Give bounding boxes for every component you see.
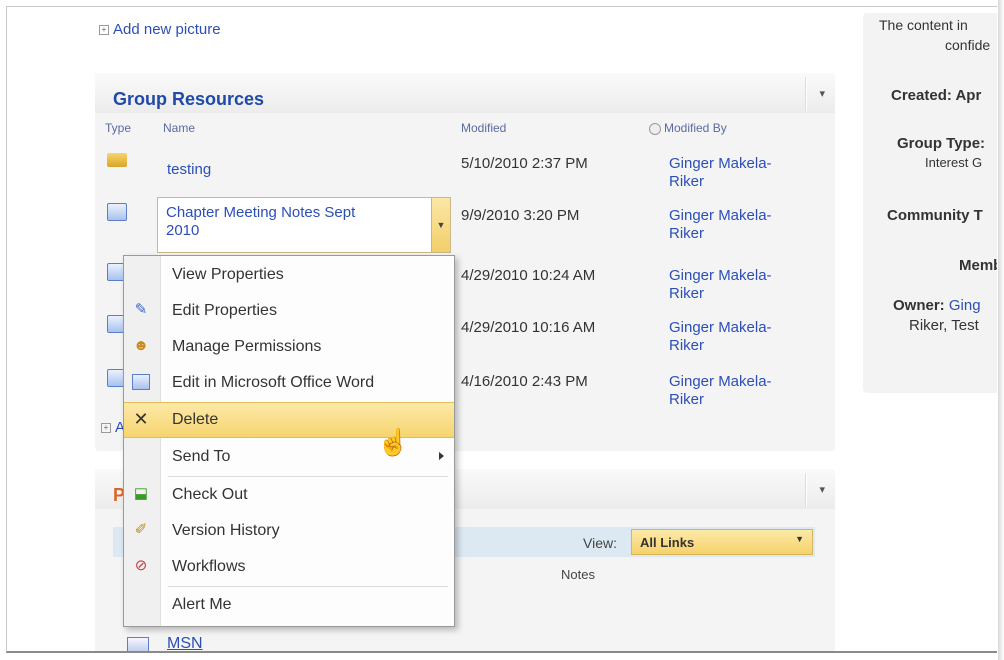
webpart-header: Group Resources ▾ [95, 73, 835, 113]
row-modified-by[interactable]: Ginger Makela- Riker [669, 207, 819, 243]
chevron-down-icon: ▼ [795, 534, 804, 544]
view-select[interactable]: All Links ▼ [631, 529, 813, 555]
group-info-panel: The content in confide Created: Apr Grou… [863, 13, 997, 393]
menu-item-alert-me[interactable]: Alert Me [124, 588, 454, 622]
community-label: Community T [887, 207, 983, 224]
delete-icon: ✕ [133, 409, 149, 429]
view-label: View: [583, 535, 617, 551]
row-name-testing[interactable]: testing [167, 161, 211, 179]
menu-item-edit-in-word[interactable]: Edit in Microsoft Office Word [124, 366, 454, 400]
col-modified[interactable]: Modified [461, 121, 506, 135]
row-modified-by[interactable]: Ginger Makela- Riker [669, 319, 819, 355]
link-msn[interactable]: MSN [167, 635, 203, 651]
expand-icon: + [99, 25, 109, 36]
menu-item-version-history[interactable]: ✐ Version History [124, 514, 454, 548]
selected-item-name-box[interactable]: Chapter Meeting Notes Sept 2010 ▼ [157, 197, 451, 253]
page-edge-shadow [998, 0, 1004, 660]
row-modified-by[interactable]: Ginger Makela- Riker [669, 373, 819, 409]
owner-row: Owner: Ging [893, 297, 981, 314]
word-icon [132, 374, 150, 390]
add-new-document-link[interactable]: + A [101, 419, 125, 436]
submenu-arrow-icon [439, 452, 444, 460]
folder-icon [107, 153, 127, 167]
content-notice: The content in [879, 17, 968, 33]
webpart-menu-icon[interactable]: ▾ [819, 483, 825, 496]
owner-link-2[interactable]: Riker, Test [909, 317, 979, 334]
col-notes[interactable]: Notes [561, 567, 595, 582]
header-divider [806, 473, 807, 507]
hand-cursor-icon: ☝ [377, 427, 410, 457]
row-modified-by[interactable]: Ginger Makela- Riker [669, 267, 819, 303]
row-modified: 5/10/2010 2:37 PM [461, 155, 588, 172]
word-document-icon [107, 203, 127, 221]
workflows-icon: ⊘ [134, 557, 148, 574]
add-picture-link[interactable]: + Add new picture [99, 21, 221, 38]
menu-item-manage-permissions[interactable]: ☻ Manage Permissions [124, 330, 454, 364]
check-out-icon: ⬓ [133, 485, 149, 502]
row-modified-by[interactable]: Ginger Makela- Riker [669, 155, 819, 191]
webpart-title: Group Resources [113, 89, 265, 109]
link-item-icon [127, 637, 149, 651]
group-type-label: Group Type: [897, 135, 986, 152]
col-type[interactable]: Type [105, 121, 131, 135]
row-modified: 9/9/2010 3:20 PM [461, 207, 580, 224]
filter-circle-icon [649, 122, 661, 135]
expand-icon: + [101, 423, 111, 434]
permissions-icon: ☻ [133, 337, 149, 354]
row-modified: 4/16/2010 2:43 PM [461, 373, 588, 390]
menu-item-view-properties[interactable]: View Properties [124, 258, 454, 292]
item-menu-dropdown-icon[interactable]: ▼ [431, 198, 450, 252]
header-divider [806, 77, 807, 111]
edit-properties-icon: ✎ [134, 301, 148, 318]
col-modified-by[interactable]: Modified By [649, 121, 727, 135]
row-modified: 4/29/2010 10:16 AM [461, 319, 596, 336]
owner-link[interactable]: Ging [949, 297, 981, 314]
menu-item-check-out[interactable]: ⬓ Check Out [124, 478, 454, 512]
version-history-icon: ✐ [134, 521, 148, 538]
content-notice-2: confide [945, 37, 991, 53]
menu-item-workflows[interactable]: ⊘ Workflows [124, 550, 454, 584]
row-name-chapter-meeting[interactable]: Chapter Meeting Notes Sept 2010 [166, 204, 355, 240]
menu-separator [168, 586, 448, 587]
members-label: Membe [959, 257, 997, 274]
menu-item-edit-properties[interactable]: ✎ Edit Properties [124, 294, 454, 328]
webpart-menu-icon[interactable]: ▾ [819, 87, 825, 100]
group-type-value: Interest G [925, 155, 983, 170]
col-name[interactable]: Name [163, 121, 195, 135]
created-label: Created: Apr [891, 87, 982, 104]
page-frame: + Add new picture The content in confide … [6, 6, 997, 653]
menu-separator [168, 476, 448, 477]
row-modified: 4/29/2010 10:24 AM [461, 267, 596, 284]
